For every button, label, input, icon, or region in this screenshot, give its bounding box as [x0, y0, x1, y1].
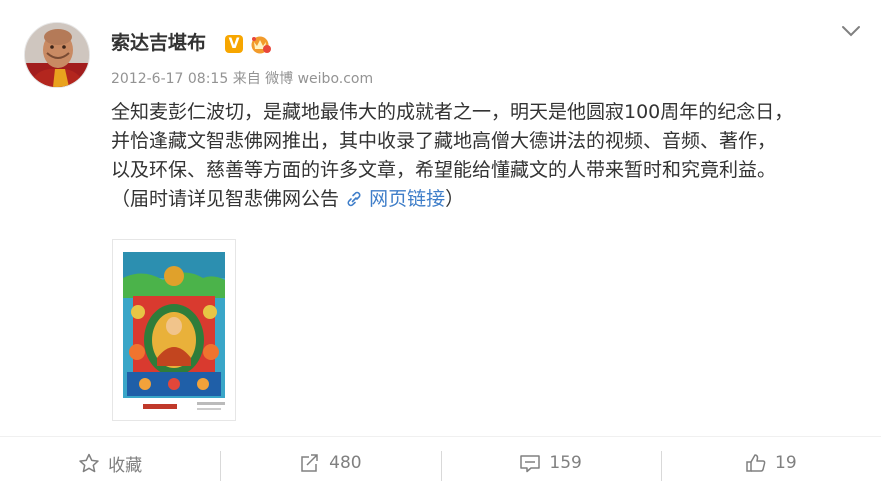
- repost-icon: [301, 454, 318, 472]
- action-bar: 收藏 480 159 19: [0, 436, 881, 489]
- text-line-suffix: ）: [445, 188, 465, 210]
- comment-icon: [520, 455, 541, 473]
- star-icon: [79, 453, 99, 473]
- post-text: 全知麦彭仁波切，是藏地最伟大的成就者之一，明天是他圆寂100周年的纪念日， 并恰…: [111, 98, 863, 214]
- favorite-button[interactable]: 收藏: [0, 437, 220, 489]
- comment-button[interactable]: 159: [440, 437, 661, 489]
- favorite-label: 收藏: [108, 455, 143, 476]
- text-line: 并恰逢藏文智悲佛网推出，其中收录了藏地高僧大德讲法的视频、音频、著作，: [111, 130, 777, 152]
- avatar[interactable]: [24, 22, 90, 88]
- text-line-prefix: （届时请详见智悲佛网公告: [111, 188, 340, 210]
- repost-button[interactable]: 480: [220, 437, 440, 489]
- chevron-down-icon[interactable]: [840, 22, 862, 40]
- link-text: 网页链接: [369, 188, 446, 210]
- verified-badge: V: [225, 35, 243, 53]
- comment-count: 159: [549, 453, 582, 473]
- like-button[interactable]: 19: [660, 437, 881, 489]
- link-icon: [345, 187, 363, 207]
- crown-icon: [248, 34, 272, 54]
- source-prefix: 来自: [232, 71, 261, 87]
- text-line: （届时请详见智悲佛网公告 网页链接）: [111, 185, 863, 214]
- text-line: 全知麦彭仁波切，是藏地最伟大的成就者之一，明天是他圆寂100周年的纪念日，: [111, 101, 794, 123]
- like-count: 19: [775, 453, 797, 473]
- author-name[interactable]: 索达吉堪布: [111, 31, 206, 55]
- post-meta: 2012-6-17 08:15 来自 微博 weibo.com: [111, 70, 373, 88]
- source[interactable]: 微博 weibo.com: [265, 71, 373, 87]
- thangka-image[interactable]: [112, 239, 236, 421]
- repost-count: 480: [329, 453, 362, 473]
- thumbs-up-icon: [746, 454, 766, 472]
- web-link[interactable]: 网页链接: [345, 188, 445, 210]
- text-line: 以及环保、慈善等方面的许多文章，希望能给懂藏文的人带来暂时和究竟利益。: [111, 159, 777, 181]
- timestamp[interactable]: 2012-6-17 08:15: [111, 71, 228, 87]
